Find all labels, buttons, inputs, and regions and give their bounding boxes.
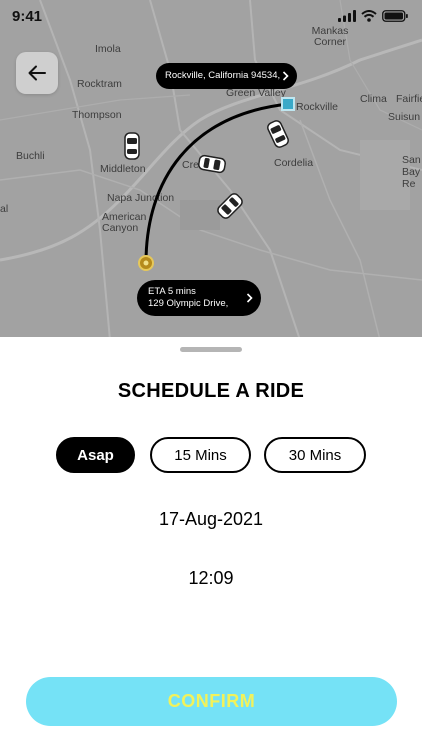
option-15-mins-button[interactable]: 15 Mins <box>150 437 251 473</box>
option-asap-button[interactable]: Asap <box>56 437 135 473</box>
chevron-right-icon <box>246 293 253 303</box>
eta-pill[interactable]: ETA 5 mins 129 Olympic Drive, <box>137 280 261 316</box>
chevron-right-icon <box>282 71 289 81</box>
option-30-mins-button[interactable]: 30 Mins <box>264 437 366 473</box>
ride-time[interactable]: 12:09 <box>0 568 422 589</box>
signal-icon <box>338 10 356 22</box>
schedule-sheet: SCHEDULE A RIDE Asap 15 Mins 30 Mins 17-… <box>0 337 422 750</box>
confirm-button[interactable]: CONFIRM <box>26 677 397 726</box>
destination-pill[interactable]: Rockville, California 94534, <box>156 63 297 89</box>
ride-date[interactable]: 17-Aug-2021 <box>0 509 422 530</box>
eta-text: ETA 5 mins <box>148 286 196 297</box>
status-bar: 9:41 <box>0 0 422 34</box>
battery-icon <box>382 10 408 22</box>
sheet-drag-handle[interactable] <box>180 347 242 352</box>
status-time: 9:41 <box>12 8 43 25</box>
destination-address: Rockville, California 94534, <box>165 70 281 81</box>
pickup-address: 129 Olympic Drive, <box>148 298 229 309</box>
back-arrow-icon <box>28 65 46 81</box>
status-icons <box>338 10 408 22</box>
confirm-label: CONFIRM <box>167 691 256 711</box>
destination-marker <box>281 97 295 111</box>
sheet-title: SCHEDULE A RIDE <box>117 380 305 402</box>
car-icon <box>124 132 140 160</box>
wifi-icon <box>361 10 377 22</box>
map-view[interactable]: Imola Rocktram Thompson Buchli Middleton… <box>0 0 422 340</box>
back-button[interactable] <box>16 52 58 94</box>
